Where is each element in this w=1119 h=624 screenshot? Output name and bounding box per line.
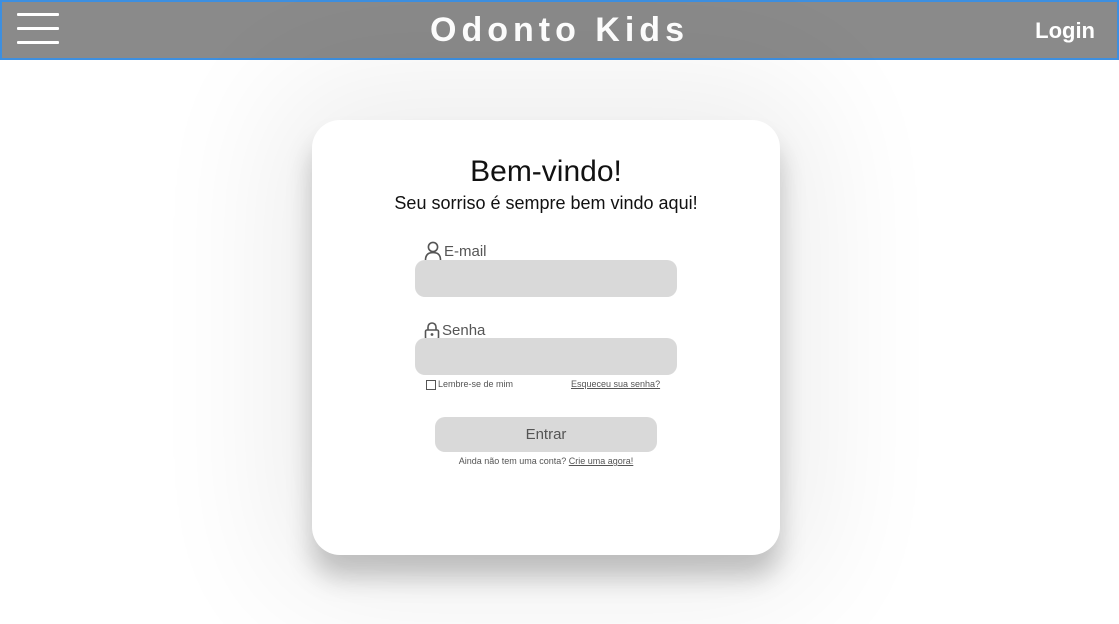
signup-prompt-row: Ainda não tem uma conta? Crie uma agora! bbox=[312, 456, 780, 467]
app-title: Odonto Kids bbox=[430, 11, 689, 49]
remember-me-label: Lembre-se de mim bbox=[438, 379, 514, 389]
login-link[interactable]: Login bbox=[1035, 18, 1095, 44]
welcome-subtitle: Seu sorriso é sempre bem vindo aqui! bbox=[394, 193, 698, 213]
login-card: Bem-vindo! Seu sorriso é sempre bem vind… bbox=[312, 120, 780, 555]
password-input[interactable] bbox=[415, 338, 677, 375]
remember-me-checkbox[interactable] bbox=[426, 379, 436, 390]
user-icon bbox=[424, 241, 442, 261]
top-navbar: Odonto Kids Login bbox=[0, 0, 1119, 60]
welcome-heading: Bem-vindo! bbox=[470, 155, 622, 188]
signup-link[interactable]: Crie uma agora! bbox=[569, 456, 634, 466]
password-label-row: Senha bbox=[424, 318, 485, 340]
email-input[interactable] bbox=[415, 260, 677, 297]
forgot-password-link[interactable]: Esqueceu sua senha? bbox=[571, 379, 660, 390]
signup-prompt: Ainda não tem uma conta? bbox=[458, 456, 569, 466]
remember-me: Lembre-se de mim bbox=[426, 379, 513, 390]
email-label: E-mail bbox=[444, 243, 487, 260]
submit-button[interactable]: Entrar bbox=[435, 417, 657, 452]
email-label-row: E-mail bbox=[424, 239, 487, 261]
